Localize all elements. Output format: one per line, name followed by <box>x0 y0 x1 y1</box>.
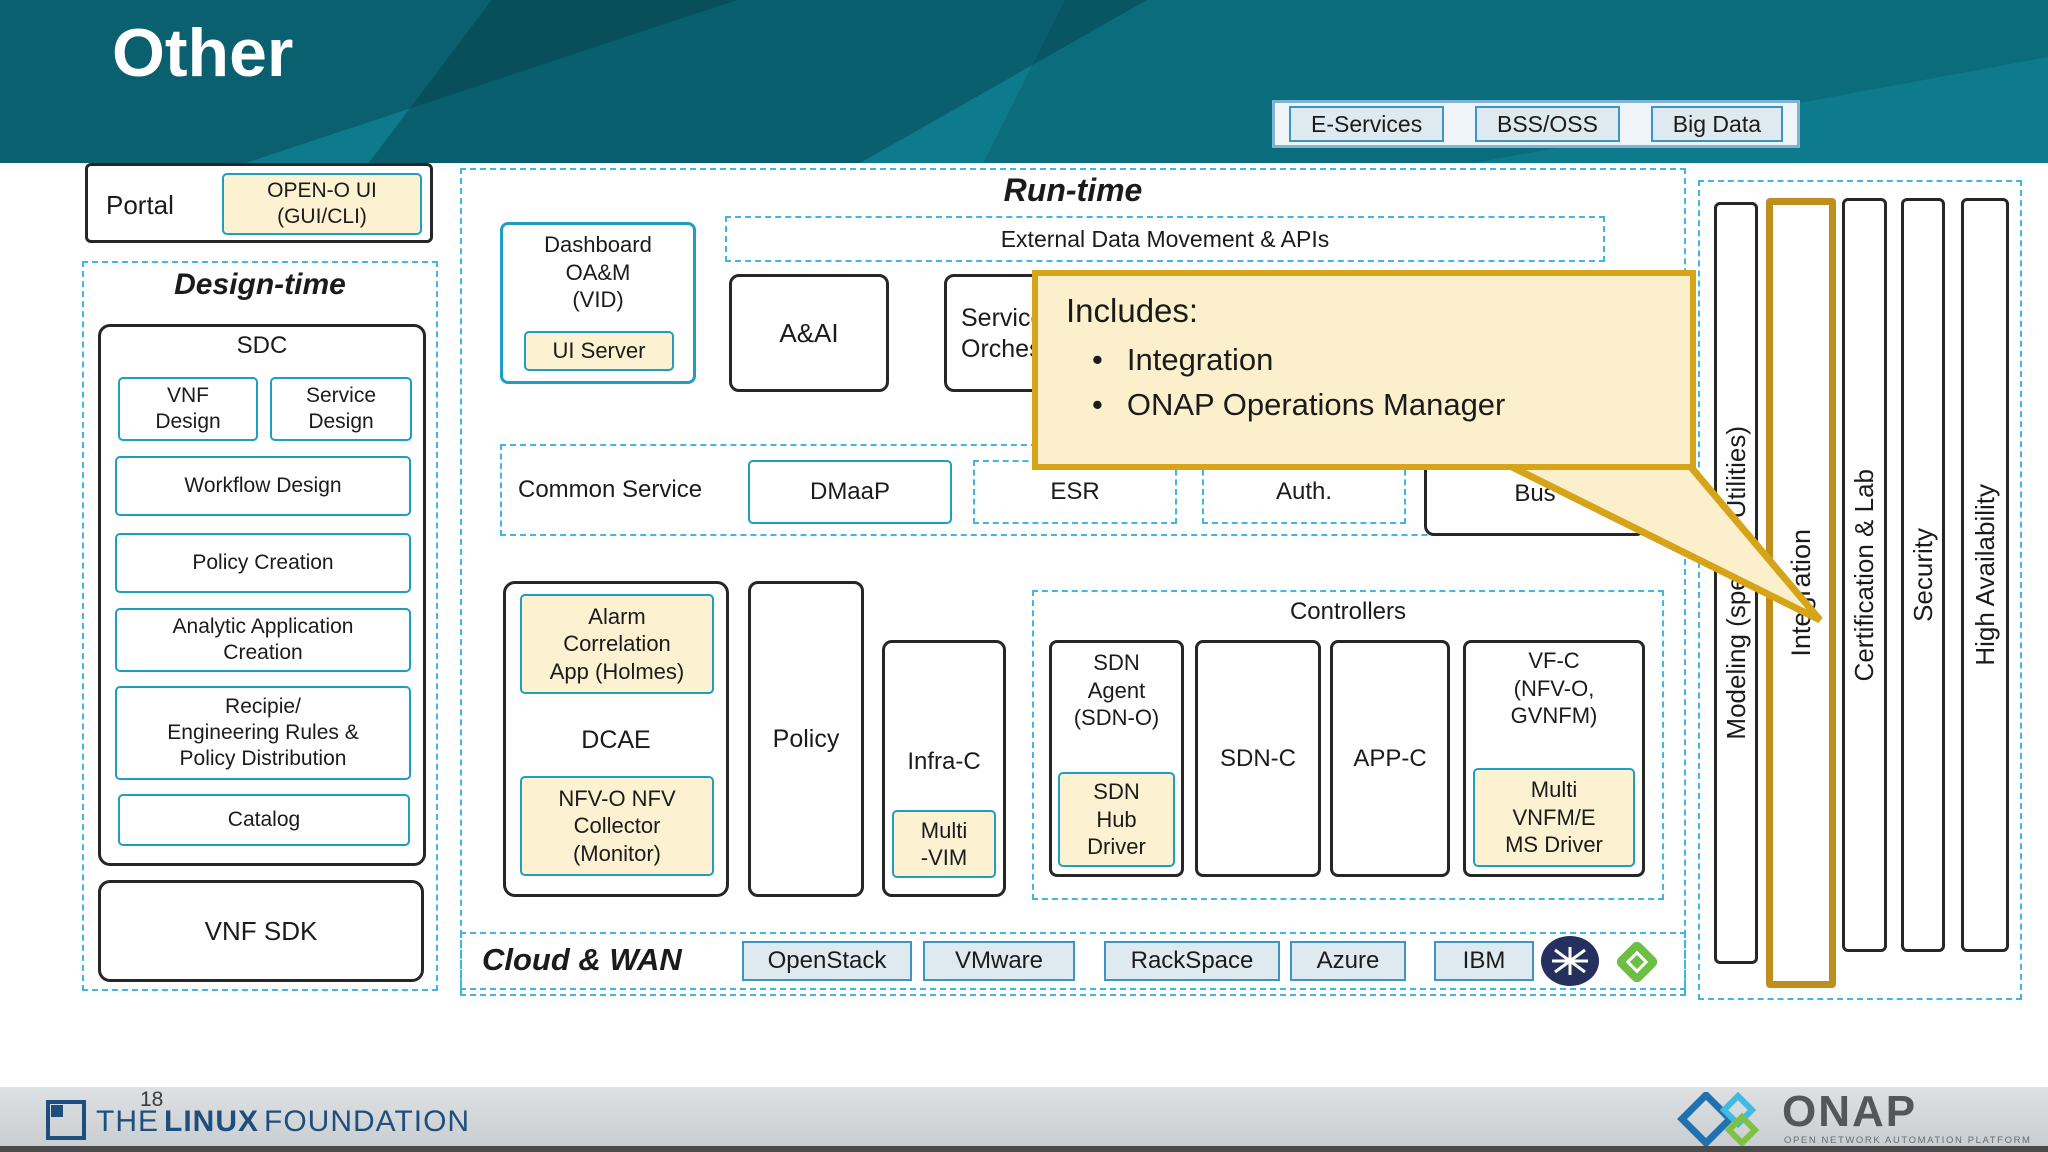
sdn-agent-label: SDN Agent (SDN-O) <box>1073 650 1160 730</box>
alarm-correlation-box: Alarm Correlation App (Holmes) <box>520 594 714 694</box>
green-cube-icon <box>1611 938 1663 986</box>
callout-tail <box>1508 462 1823 624</box>
multi-vim-box: Multi -VIM <box>892 810 996 878</box>
bullet-dot: • <box>1092 386 1103 422</box>
service-design-box: Service Design <box>270 377 412 441</box>
vnf-design-box: VNF Design <box>118 377 258 441</box>
big-data-button: Big Data <box>1650 106 1783 142</box>
e-services-button: E-Services <box>1289 106 1445 142</box>
sdn-hub-driver-box: SDN Hub Driver <box>1058 772 1175 867</box>
policy-box: Policy <box>748 581 864 897</box>
bar-security: Security <box>1901 198 1945 952</box>
dmaap-box: DMaaP <box>748 460 952 524</box>
bottom-edge-strip <box>0 1146 2048 1152</box>
vmware-button: VMware <box>923 941 1075 981</box>
linux-foundation-icon <box>46 1100 86 1140</box>
sdc-title: SDC <box>236 332 288 359</box>
slide: Other E-Services BSS/OSS Big Data Portal… <box>0 0 2048 1152</box>
rackspace-button: RackSpace <box>1104 941 1280 981</box>
bullet-dot: • <box>1092 342 1103 377</box>
design-time-title: Design-time <box>174 268 346 301</box>
onap-logo-text: ONAP <box>1782 1087 1918 1136</box>
portal-box: Portal OPEN-O UI (GUI/CLI) <box>85 163 433 243</box>
slide-title: Other <box>112 15 294 91</box>
footer-band: 18 THE LINUX FOUNDATION ONAP OPEN NETWOR… <box>0 1087 2048 1152</box>
juniper-network-icon <box>1541 936 1599 986</box>
lf-linux: LINUX <box>164 1105 259 1138</box>
catalog-box: Catalog <box>118 794 410 846</box>
workflow-design-box: Workflow Design <box>115 456 411 516</box>
callout-bullet-2-text: ONAP Operations Manager <box>1126 386 1506 422</box>
callout-bullet-1: • Integration <box>1092 338 1662 383</box>
top-button-group: E-Services BSS/OSS Big Data <box>1272 100 1800 148</box>
analytic-application-creation-box: Analytic Application Creation <box>115 608 411 672</box>
open-o-ui-box: OPEN-O UI (GUI/CLI) <box>222 173 422 235</box>
aai-box: A&AI <box>729 274 889 392</box>
vf-c-label: VF-C (NFV-O, GVNFM) <box>1510 648 1598 728</box>
policy-creation-box: Policy Creation <box>115 533 411 593</box>
azure-button: Azure <box>1290 941 1406 981</box>
dashboard-oam-label: Dashboard OA&M (VID) <box>544 232 652 312</box>
infra-c-label: Infra-C <box>907 748 981 775</box>
common-service-label: Common Service <box>518 476 703 503</box>
bar-high-availability: High Availability <box>1961 198 2009 952</box>
onap-diamonds-icon <box>1677 1092 1760 1146</box>
callout-box: Includes: • Integration • ONAP Operation… <box>1032 270 1696 470</box>
vnf-sdk-box: VNF SDK <box>98 880 424 982</box>
nfv-collector-box: NFV-O NFV Collector (Monitor) <box>520 776 714 876</box>
dashboard-oam-box: Dashboard OA&M (VID) UI Server <box>500 222 696 384</box>
multi-vnfm-driver-box: Multi VNFM/E MS Driver <box>1473 768 1635 867</box>
external-data-movement-box: External Data Movement & APIs <box>725 216 1605 262</box>
app-c-box: APP-C <box>1330 640 1450 877</box>
ui-server-box: UI Server <box>524 331 674 371</box>
bss-oss-button: BSS/OSS <box>1475 106 1620 142</box>
openstack-button: OpenStack <box>742 941 912 981</box>
callout-heading: Includes: <box>1066 292 1199 329</box>
bar-security-label: Security <box>1907 528 1938 622</box>
callout-bullet-2: • ONAP Operations Manager <box>1092 383 1662 428</box>
lf-foundation: FOUNDATION <box>264 1105 471 1138</box>
callout-bullet-1-text: Integration <box>1126 342 1274 377</box>
linux-foundation-logo: THE LINUX FOUNDATION <box>96 1105 470 1139</box>
dcae-label: DCAE <box>581 726 651 754</box>
run-time-title: Run-time <box>1003 172 1143 208</box>
recipie-engineering-rules-box: Recipie/ Engineering Rules & Policy Dist… <box>115 686 411 780</box>
bar-high-availability-label: High Availability <box>1969 484 2000 666</box>
onap-tagline: OPEN NETWORK AUTOMATION PLATFORM <box>1784 1135 2032 1146</box>
ibm-button: IBM <box>1434 941 1534 981</box>
cloud-wan-title: Cloud & WAN <box>482 942 682 977</box>
portal-label: Portal <box>106 190 174 220</box>
sdn-c-box: SDN-C <box>1195 640 1321 877</box>
lf-the: THE <box>96 1105 159 1138</box>
